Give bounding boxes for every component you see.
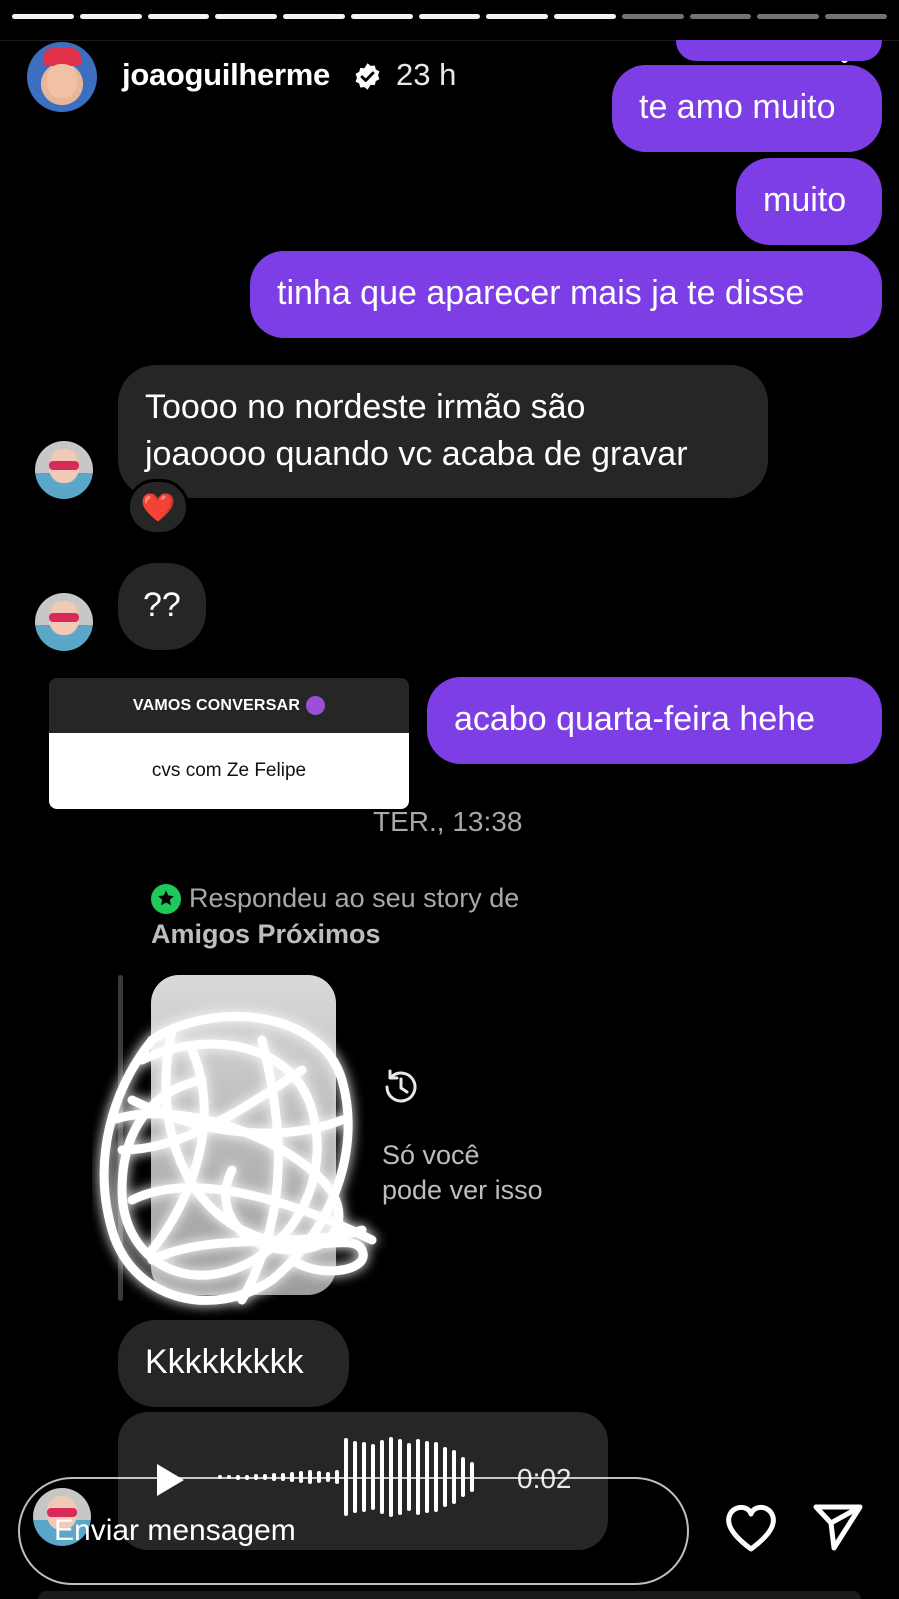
outgoing-message: tinha que aparecer mais ja te disse	[250, 251, 882, 338]
only-you-notice: Só você pode ver isso	[382, 1138, 543, 1208]
history-clock-icon	[385, 1069, 417, 1103]
incoming-message: Kkkkkkkkk	[118, 1320, 349, 1407]
progress-segment	[757, 14, 820, 19]
story-progress-bar	[12, 14, 887, 19]
progress-segment	[79, 14, 142, 19]
progress-segment	[554, 14, 616, 19]
only-you-line: pode ver isso	[382, 1175, 543, 1205]
message-text: Kkkkkkkkk	[145, 1343, 304, 1381]
progress-segment	[486, 14, 549, 19]
incoming-message: Toooo no nordeste irmão são joaoooo quan…	[118, 365, 768, 498]
progress-segment	[147, 14, 210, 19]
story-question-card[interactable]: VAMOS CONVERSAR cvs com Ze Felipe	[49, 678, 409, 809]
like-heart-icon[interactable]	[724, 1503, 778, 1553]
message-text: acabo quarta-feira hehe	[454, 700, 816, 738]
scribble-overlay	[99, 1012, 377, 1305]
outgoing-message: te amo muito	[612, 65, 882, 152]
send-icon[interactable]	[812, 1501, 864, 1553]
heart-reaction[interactable]: ❤️	[127, 479, 189, 535]
outgoing-message: acabo quarta-feira hehe	[427, 677, 882, 764]
question-answer: cvs com Ze Felipe	[49, 733, 409, 809]
reply-note-audience: Amigos Próximos	[151, 919, 381, 949]
sender-avatar[interactable]	[35, 593, 93, 651]
progress-segment	[350, 14, 413, 19]
sender-avatar[interactable]	[35, 441, 93, 499]
question-title: VAMOS CONVERSAR	[132, 696, 301, 714]
outgoing-bubble-partial	[676, 40, 882, 61]
progress-segment	[418, 14, 481, 19]
message-text-line: joaoooo quando vc acaba de gravar	[145, 435, 688, 473]
verified-badge-icon	[355, 63, 380, 90]
progress-segment	[689, 14, 752, 19]
message-text: te amo muito	[639, 88, 836, 126]
progress-segment	[283, 14, 345, 19]
devil-emoji-icon	[306, 696, 326, 715]
timestamp-divider: TER., 13:38	[373, 806, 523, 837]
message-text: ??	[143, 586, 181, 624]
progress-segment	[215, 14, 278, 19]
only-you-line: Só você	[382, 1140, 480, 1170]
reply-note-text: Respondeu ao seu story de	[189, 883, 520, 913]
outgoing-message: muito	[736, 158, 882, 245]
post-time: 23 h	[396, 57, 457, 92]
message-text: muito	[763, 181, 847, 219]
question-header: VAMOS CONVERSAR	[49, 678, 409, 733]
poster-avatar[interactable]	[27, 42, 97, 112]
bottom-sheet-edge	[38, 1591, 861, 1599]
progress-segment	[12, 14, 74, 19]
incoming-message: ??	[118, 563, 206, 650]
message-text-line: Toooo no nordeste irmão são	[145, 388, 586, 426]
message-text: tinha que aparecer mais ja te disse	[277, 274, 805, 312]
message-input-placeholder[interactable]: Enviar mensagem	[54, 1514, 296, 1548]
progress-segment	[621, 14, 684, 19]
story-reply-note: Respondeu ao seu story de Amigos Próximo…	[151, 880, 519, 952]
progress-segment	[825, 14, 887, 19]
poster-username[interactable]: joaoguilherme	[122, 57, 330, 93]
